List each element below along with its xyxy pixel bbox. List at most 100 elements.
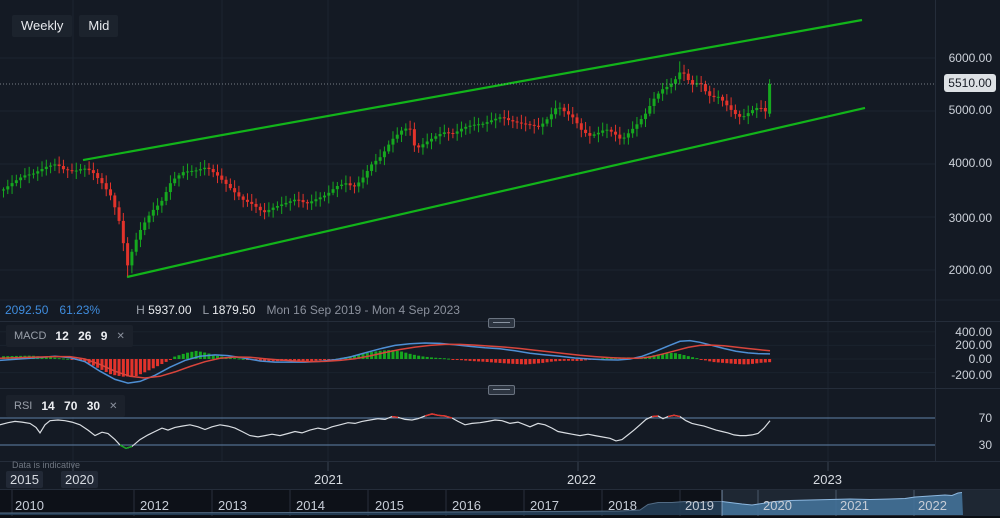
candle-body bbox=[233, 188, 236, 192]
macd-histogram-bar bbox=[498, 359, 501, 363]
candle-body bbox=[32, 174, 35, 175]
macd-histogram-bar bbox=[550, 359, 553, 362]
macd-histogram-bar bbox=[451, 359, 454, 360]
candle-body bbox=[764, 108, 767, 111]
candle-body bbox=[528, 124, 531, 125]
view-mid-button[interactable]: Mid bbox=[79, 15, 118, 37]
navigator-year-label: 2010 bbox=[15, 498, 44, 513]
macd-histogram-bar bbox=[173, 357, 176, 359]
trend-channel-line[interactable] bbox=[83, 20, 862, 160]
candle-body bbox=[280, 204, 283, 206]
macd-histogram-bar bbox=[439, 358, 442, 359]
candle-body bbox=[618, 135, 621, 139]
macd-histogram-bar bbox=[426, 357, 429, 359]
price-axis-label: 4000.00 bbox=[949, 156, 992, 170]
candle-body bbox=[357, 182, 360, 186]
candle-body bbox=[546, 119, 549, 123]
candle-body bbox=[473, 125, 476, 126]
candle-body bbox=[353, 185, 356, 186]
candle-body bbox=[297, 200, 300, 201]
timeframe-weekly-button[interactable]: Weekly bbox=[12, 15, 72, 37]
candle-body bbox=[332, 189, 335, 193]
candle-body bbox=[250, 202, 253, 204]
macd-histogram-bar bbox=[725, 359, 728, 363]
series-line bbox=[120, 445, 132, 448]
rsi-close-icon[interactable]: ✕ bbox=[109, 401, 117, 412]
candle-body bbox=[490, 120, 493, 122]
candle-body bbox=[550, 114, 553, 119]
candle-body bbox=[486, 122, 489, 124]
macd-histogram-bar bbox=[409, 354, 412, 359]
navigator-year-label: 2014 bbox=[296, 498, 325, 513]
macd-pane-resize-handle[interactable] bbox=[488, 318, 515, 328]
candle-body bbox=[130, 252, 133, 266]
candle-body bbox=[293, 200, 296, 202]
candle-body bbox=[58, 164, 61, 166]
rsi-indicator-legend: RSI 14 70 30 ✕ bbox=[6, 395, 125, 417]
macd-histogram-bar bbox=[404, 353, 407, 359]
macd-histogram-bar bbox=[712, 359, 715, 362]
candle-body bbox=[314, 199, 317, 201]
rsi-axis-label: 30 bbox=[979, 438, 992, 452]
macd-axis-label: -200.00 bbox=[951, 368, 992, 382]
macd-histogram-bar bbox=[143, 359, 146, 372]
candle-body bbox=[83, 169, 86, 170]
macd-histogram-bar bbox=[554, 359, 557, 361]
candle-body bbox=[409, 129, 412, 130]
macd-histogram-bar bbox=[165, 359, 168, 362]
candle-body bbox=[113, 195, 116, 207]
rsi-params: 14 70 30 bbox=[41, 399, 100, 413]
macd-histogram-bar bbox=[764, 359, 767, 362]
macd-histogram-bar bbox=[473, 359, 476, 361]
series-line bbox=[668, 415, 680, 416]
candle-body bbox=[41, 169, 44, 171]
candle-body bbox=[374, 161, 377, 165]
macd-histogram-bar bbox=[237, 358, 240, 359]
candle-body bbox=[242, 196, 245, 199]
navigator-year-label: 2012 bbox=[140, 498, 169, 513]
candle-body bbox=[648, 106, 651, 114]
macd-histogram-bar bbox=[49, 357, 52, 359]
toolbar: Weekly Mid bbox=[12, 15, 118, 37]
macd-histogram-bar bbox=[747, 359, 750, 364]
candle-body bbox=[306, 202, 309, 203]
macd-histogram-bar bbox=[486, 359, 489, 362]
date-range: Mon 16 Sep 2019 - Mon 4 Sep 2023 bbox=[266, 303, 459, 317]
macd-histogram-bar bbox=[109, 359, 112, 374]
candle-body bbox=[623, 138, 626, 139]
macd-close-icon[interactable]: ✕ bbox=[116, 331, 124, 342]
series-line bbox=[652, 416, 658, 417]
candle-body bbox=[366, 171, 369, 178]
candle-body bbox=[49, 166, 52, 167]
macd-histogram-bar bbox=[576, 359, 579, 361]
candle-body bbox=[156, 206, 159, 210]
rsi-pane-resize-handle[interactable] bbox=[488, 385, 515, 395]
candle-body bbox=[635, 124, 638, 129]
candle-body bbox=[229, 184, 232, 188]
candle-body bbox=[259, 207, 262, 210]
chart-canvas[interactable] bbox=[0, 0, 1000, 518]
macd-histogram-bar bbox=[306, 359, 309, 361]
navigator-year-label: 2013 bbox=[218, 498, 247, 513]
candle-body bbox=[533, 125, 536, 126]
macd-histogram-bar bbox=[665, 353, 668, 359]
candle-body bbox=[503, 117, 506, 118]
macd-histogram-bar bbox=[396, 351, 399, 359]
candle-body bbox=[417, 145, 420, 147]
candle-body bbox=[683, 72, 686, 73]
candle-body bbox=[597, 133, 600, 135]
macd-histogram-bar bbox=[760, 359, 763, 363]
macd-histogram-bar bbox=[434, 358, 437, 359]
candle-body bbox=[768, 84, 771, 114]
candle-body bbox=[387, 145, 390, 152]
candle-body bbox=[79, 169, 82, 170]
macd-histogram-bar bbox=[156, 359, 159, 366]
trading-chart-app: Weekly Mid 2092.50 61.23% H 5937.00 L 18… bbox=[0, 0, 1000, 518]
candle-body bbox=[738, 114, 741, 117]
macd-histogram-bar bbox=[738, 359, 741, 364]
candle-body bbox=[755, 108, 758, 110]
candle-body bbox=[216, 172, 219, 175]
candle-body bbox=[15, 180, 18, 183]
candle-body bbox=[11, 183, 14, 186]
candle-body bbox=[225, 180, 228, 184]
